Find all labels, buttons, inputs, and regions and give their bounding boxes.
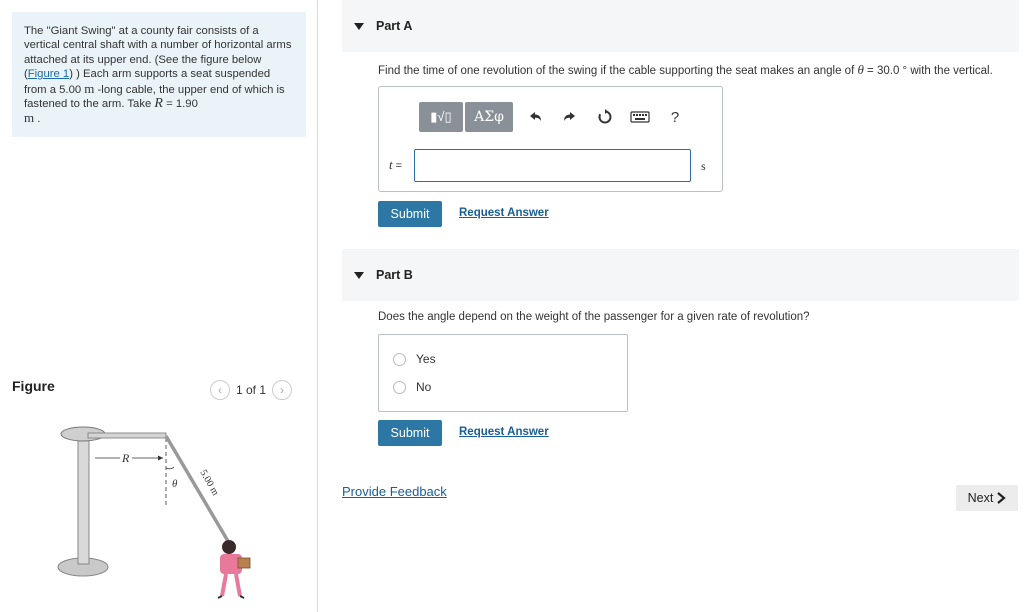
part-b-submit-button[interactable]: Submit xyxy=(378,420,442,446)
radio-yes[interactable] xyxy=(393,352,406,366)
part-a-request-answer-link[interactable]: Request Answer xyxy=(459,207,549,219)
part-b-title: Part B xyxy=(376,268,413,282)
keyboard-icon xyxy=(630,111,650,123)
prev-figure-button[interactable]: ‹ xyxy=(210,380,230,400)
help-icon: ? xyxy=(670,108,680,126)
part-b-header[interactable]: Part B xyxy=(342,249,1019,301)
r-label: R xyxy=(121,451,130,465)
cable xyxy=(164,435,234,549)
next-button[interactable]: Next xyxy=(956,485,1018,511)
r-arrowhead xyxy=(158,455,163,461)
horizontal-arm xyxy=(87,432,167,439)
reset-button[interactable] xyxy=(590,102,620,132)
collapse-triangle-icon xyxy=(354,22,364,30)
t-answer-input[interactable] xyxy=(414,149,691,182)
part-a-question-text-1: Find the time of one revolution of the s… xyxy=(378,65,858,77)
reset-icon xyxy=(598,109,612,124)
part-a-header[interactable]: Part A xyxy=(342,0,1019,52)
unit-m: m xyxy=(84,80,95,96)
collapse-triangle-icon xyxy=(354,271,364,279)
option-yes-label: Yes xyxy=(416,352,436,366)
giant-swing-figure: R θ 5.00 m xyxy=(57,426,251,599)
option-no-label: No xyxy=(416,380,432,394)
part-b-options: Yes No xyxy=(378,334,628,412)
seconds-unit-label: s xyxy=(701,159,706,173)
part-a-title: Part A xyxy=(376,19,413,33)
next-label: Next xyxy=(967,491,994,505)
t-variable-label: t = xyxy=(389,157,402,173)
undo-button[interactable] xyxy=(520,102,550,132)
option-no[interactable]: No xyxy=(393,380,431,394)
passenger-figure xyxy=(217,540,251,599)
radio-no[interactable] xyxy=(393,380,406,394)
t-equals: = xyxy=(392,160,403,172)
help-button[interactable]: ? xyxy=(660,102,690,132)
greek-icon: ΑΣφ xyxy=(474,109,504,125)
templates-icon: ▮√▯ xyxy=(430,109,452,124)
next-figure-button[interactable]: › xyxy=(272,380,293,400)
part-b-request-answer-link[interactable]: Request Answer xyxy=(459,426,549,438)
problem-text-4: = 1.90 xyxy=(162,98,198,111)
problem-statement: The "Giant Swing" at a county fair consi… xyxy=(12,12,306,137)
part-a-submit-button[interactable]: Submit xyxy=(378,201,442,227)
problem-text-5: . xyxy=(34,113,41,126)
part-a-question: Find the time of one revolution of the s… xyxy=(378,62,993,78)
part-a-answer-box: ▮√▯ ΑΣφ ? t = s xyxy=(378,86,723,192)
undo-icon xyxy=(530,112,541,121)
part-a-question-text-2: = 30.0 ° with the vertical. xyxy=(863,65,993,77)
greek-symbols-button[interactable]: ΑΣφ xyxy=(465,102,513,132)
var-r: R xyxy=(154,96,163,112)
part-b-question: Does the angle depend on the weight of t… xyxy=(378,311,810,323)
provide-feedback-link[interactable]: Provide Feedback xyxy=(342,484,447,499)
redo-button[interactable] xyxy=(555,102,585,132)
theta-label: θ xyxy=(172,478,178,490)
column-divider xyxy=(317,0,318,612)
pager-count: 1 of 1 xyxy=(236,383,267,397)
figure-pager: ‹ 1 of 1 › xyxy=(210,380,293,400)
option-yes[interactable]: Yes xyxy=(393,352,436,366)
keyboard-button[interactable] xyxy=(625,102,655,132)
figure-title: Figure xyxy=(12,378,55,394)
figure-1-link[interactable]: Figure 1 xyxy=(28,68,69,80)
unit-m-2: m xyxy=(24,110,35,126)
templates-button[interactable]: ▮√▯ xyxy=(419,102,463,132)
redo-icon xyxy=(564,112,575,121)
chevron-right-icon xyxy=(997,492,1007,504)
theta-arc xyxy=(165,466,175,470)
vertical-shaft xyxy=(77,433,90,565)
math-toolbar: ▮√▯ ΑΣφ ? xyxy=(419,102,690,132)
